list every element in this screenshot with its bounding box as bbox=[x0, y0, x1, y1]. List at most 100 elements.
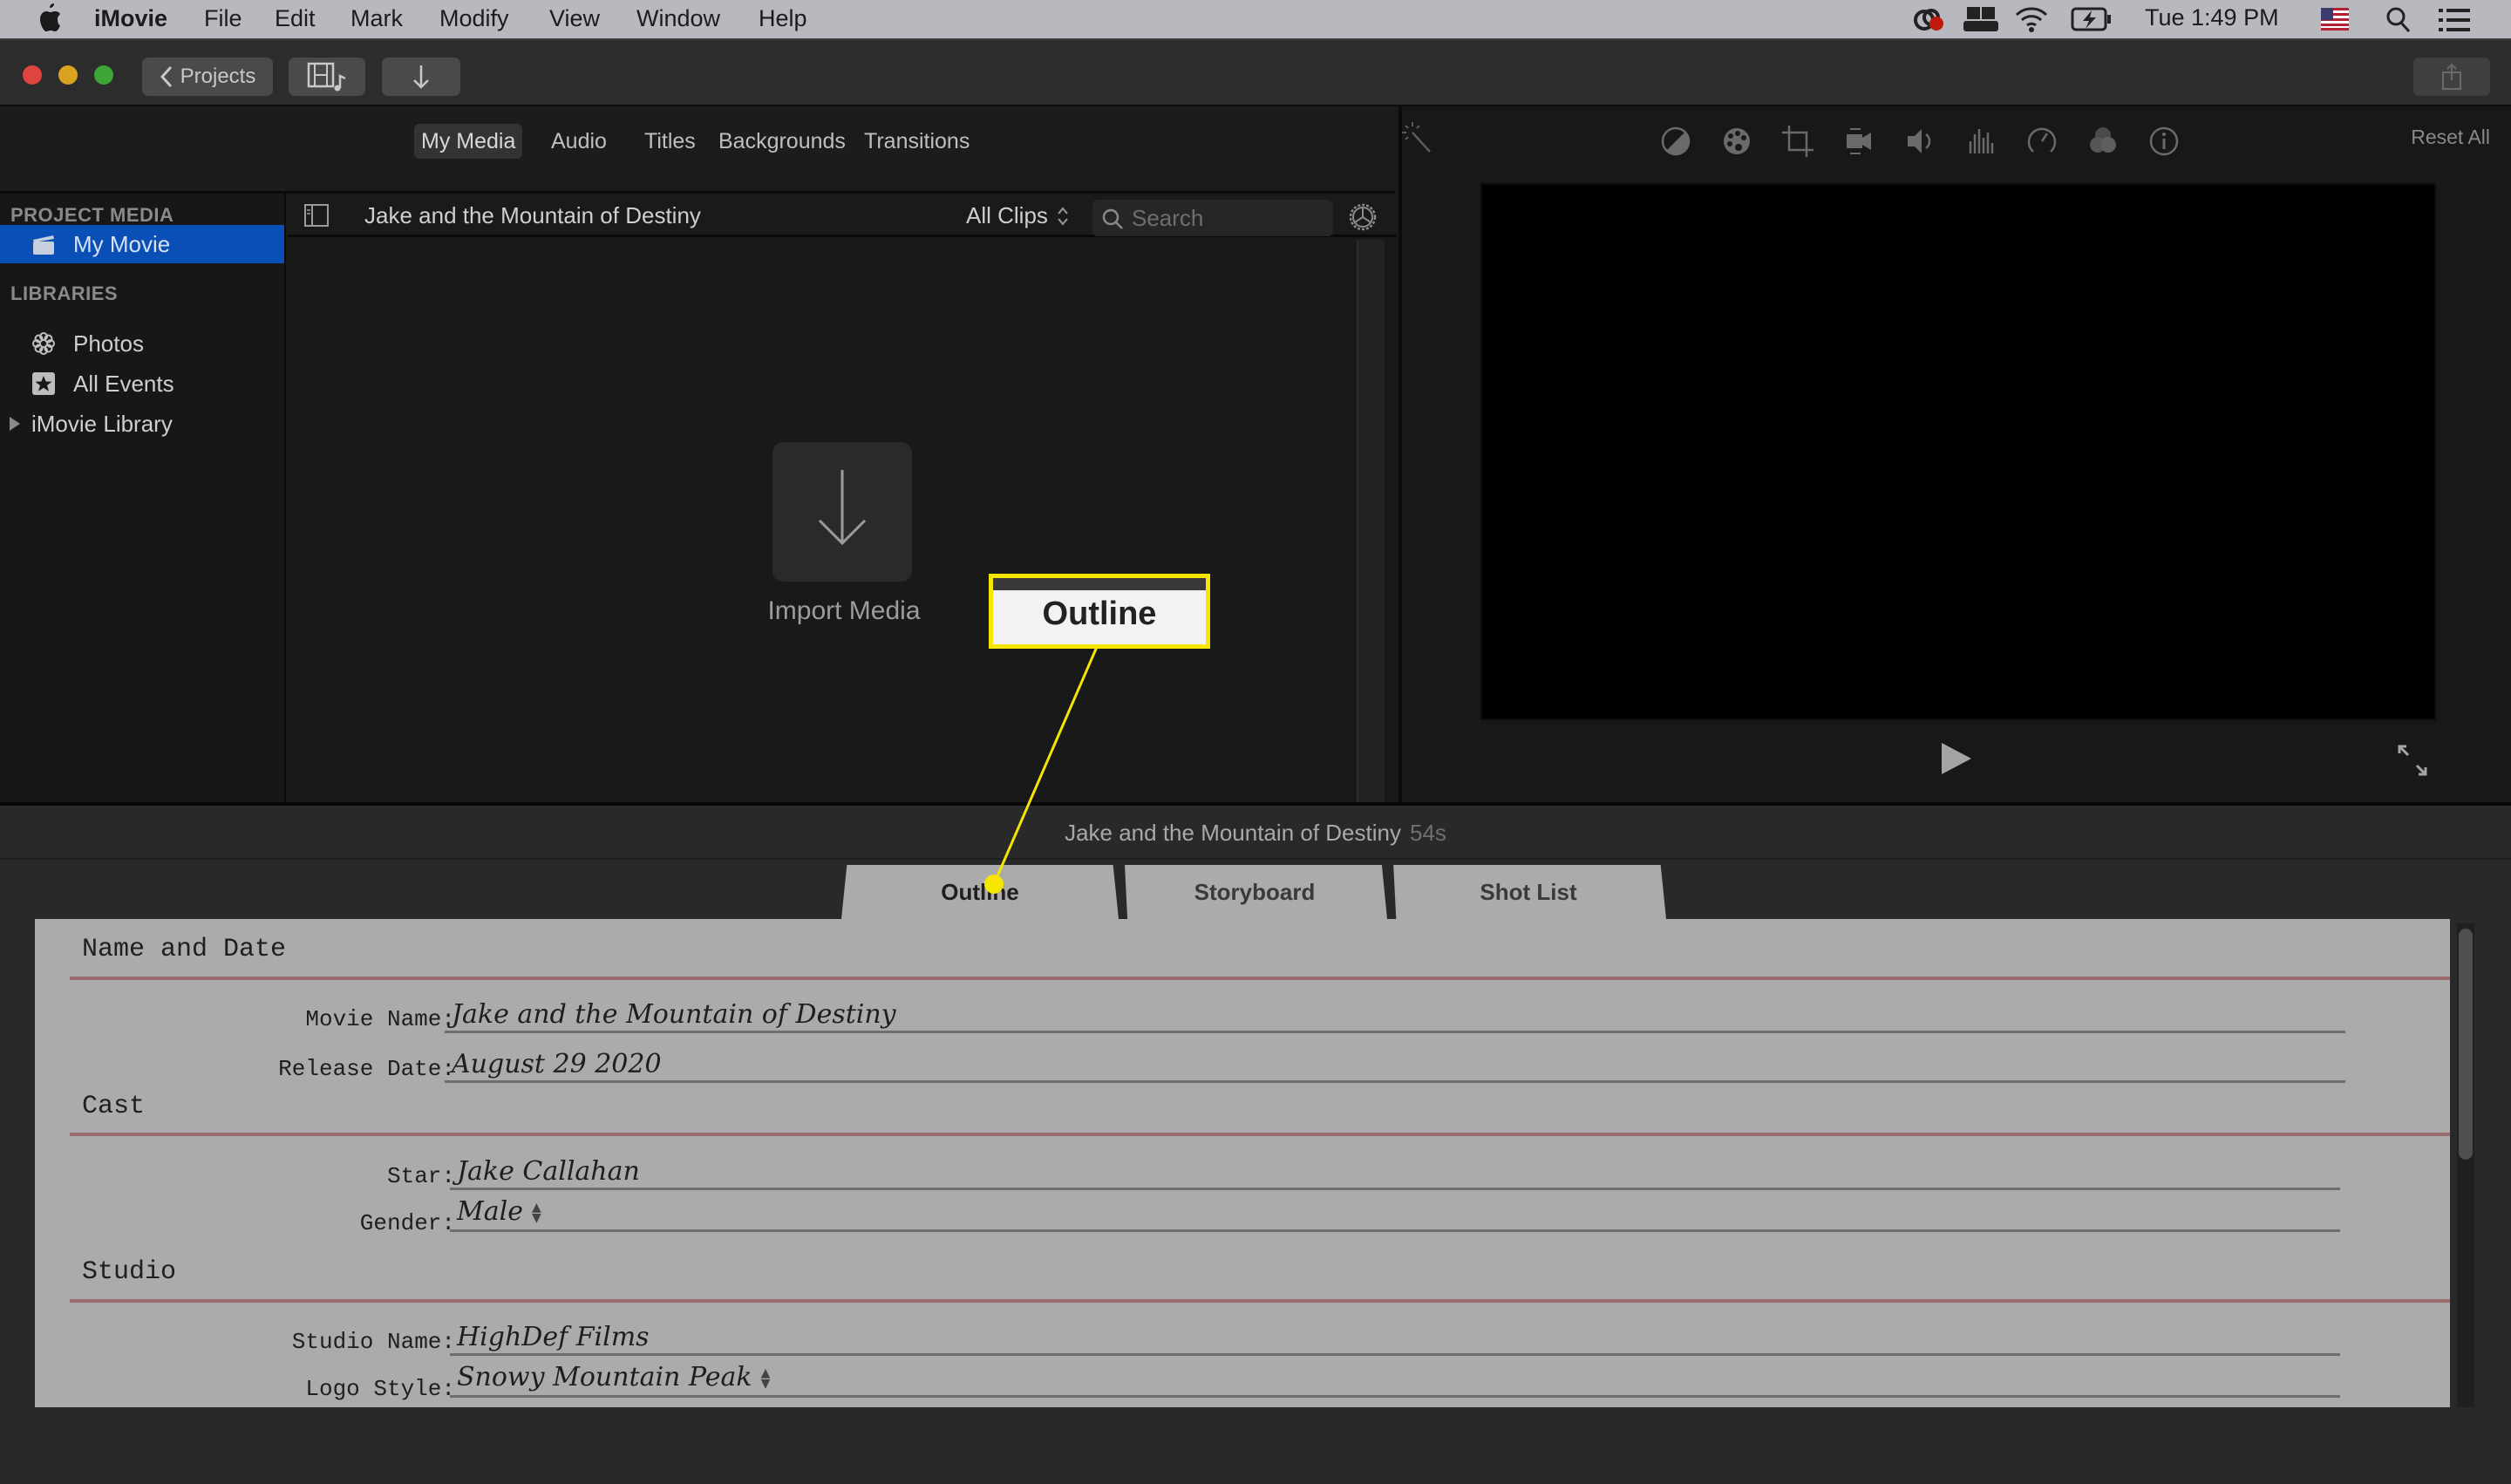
tab-backgrounds[interactable]: Backgrounds bbox=[711, 124, 853, 159]
notification-center-icon[interactable] bbox=[2439, 9, 2470, 31]
wifi-icon[interactable] bbox=[2015, 5, 2048, 33]
search-input[interactable]: Search bbox=[1092, 200, 1333, 236]
sidebar-item-photos[interactable]: Photos bbox=[0, 324, 284, 363]
color-palette-icon[interactable] bbox=[1721, 126, 1752, 157]
section-studio: Studio bbox=[82, 1257, 177, 1287]
section-divider bbox=[70, 1299, 2450, 1303]
scrollbar-thumb[interactable] bbox=[2459, 929, 2473, 1160]
minimize-window-button[interactable] bbox=[58, 65, 78, 85]
close-window-button[interactable] bbox=[23, 65, 42, 85]
menu-bar: iMovie File Edit Mark Modify View Window… bbox=[0, 0, 2511, 38]
tab-outline[interactable]: Outline bbox=[841, 865, 1119, 919]
sidebar-item-all-events[interactable]: All Events bbox=[0, 364, 284, 403]
movie-name-label: Movie Name: bbox=[305, 1006, 455, 1032]
media-tabs-bar: My Media Audio Titles Backgrounds Transi… bbox=[0, 106, 1395, 194]
field-underline bbox=[445, 1031, 2345, 1033]
film-music-icon bbox=[307, 62, 346, 92]
libraries-sidebar: PROJECT MEDIA My Movie LIBRARIES Photos … bbox=[0, 194, 286, 804]
stabilization-camera-icon[interactable] bbox=[1843, 126, 1875, 157]
sidebar-item-label: All Events bbox=[73, 370, 174, 397]
tab-titles[interactable]: Titles bbox=[637, 124, 703, 159]
star-field[interactable]: Jake Callahan bbox=[457, 1156, 640, 1187]
star-label: Star: bbox=[386, 1163, 455, 1189]
media-library-button[interactable] bbox=[289, 58, 365, 96]
filter-overlay-icon[interactable] bbox=[2087, 126, 2119, 157]
apple-logo-icon[interactable] bbox=[35, 3, 63, 33]
browser-header: Jake and the Mountain of Destiny All Cli… bbox=[288, 194, 1397, 237]
tab-shot-list[interactable]: Shot List bbox=[1393, 865, 1666, 919]
sidebar-item-label: Photos bbox=[73, 330, 144, 357]
info-icon[interactable] bbox=[2148, 126, 2180, 157]
sidebar-item-my-movie[interactable]: My Movie bbox=[0, 225, 284, 263]
stepper-arrows-icon[interactable]: ▲ ▼ bbox=[761, 1367, 771, 1390]
crop-icon[interactable] bbox=[1782, 126, 1814, 157]
zoom-window-button[interactable] bbox=[94, 65, 113, 85]
menu-help[interactable]: Help bbox=[759, 5, 807, 32]
volume-icon[interactable] bbox=[1904, 126, 1936, 157]
tab-outline-label: Outline bbox=[941, 878, 1019, 905]
field-underline bbox=[445, 1080, 2345, 1083]
event-title: Jake and the Mountain of Destiny bbox=[364, 202, 701, 228]
projects-button-label: Projects bbox=[180, 65, 256, 88]
window-toolbar: Projects bbox=[0, 38, 2511, 106]
stepper-arrows-icon[interactable]: ▲ ▼ bbox=[532, 1201, 541, 1224]
tab-storyboard[interactable]: Storyboard bbox=[1125, 865, 1387, 919]
import-button[interactable] bbox=[382, 58, 460, 96]
speed-icon[interactable] bbox=[2026, 126, 2058, 157]
field-underline bbox=[450, 1229, 2340, 1232]
studio-name-label: Studio Name: bbox=[291, 1329, 455, 1355]
toggle-sidebar-icon[interactable] bbox=[303, 202, 330, 228]
menu-view[interactable]: View bbox=[549, 5, 600, 32]
logo-style-select[interactable]: Snowy Mountain Peak ▲ ▼ bbox=[457, 1362, 770, 1392]
clips-filter-select[interactable]: All Clips bbox=[966, 202, 1069, 229]
battery-charging-icon[interactable] bbox=[2071, 7, 2113, 31]
movie-name-field[interactable]: Jake and the Mountain of Destiny bbox=[452, 999, 896, 1030]
us-flag-icon[interactable] bbox=[2321, 8, 2349, 31]
tab-transitions[interactable]: Transitions bbox=[857, 124, 976, 159]
field-underline bbox=[450, 1353, 2340, 1356]
trailer-editor: Jake and the Mountain of Destiny 54s Outl… bbox=[0, 806, 2511, 1484]
sidebar-item-label: My Movie bbox=[73, 230, 171, 257]
tab-my-media[interactable]: My Media bbox=[414, 124, 523, 159]
callout-bar bbox=[993, 578, 1206, 590]
share-button[interactable] bbox=[2413, 58, 2490, 96]
studio-name-field[interactable]: HighDef Films bbox=[457, 1322, 650, 1352]
search-icon bbox=[1102, 208, 1123, 229]
menu-clock[interactable]: Tue 1:49 PM bbox=[2145, 4, 2279, 31]
drive-icon[interactable] bbox=[1963, 7, 1998, 31]
tab-audio[interactable]: Audio bbox=[544, 124, 614, 159]
field-underline bbox=[450, 1188, 2340, 1190]
tab-shot-list-label: Shot List bbox=[1480, 878, 1577, 905]
sidebar-item-imovie-library[interactable]: iMovie Library bbox=[0, 405, 284, 443]
spotlight-search-icon[interactable] bbox=[2385, 6, 2412, 34]
projects-button[interactable]: Projects bbox=[142, 58, 273, 96]
play-icon[interactable] bbox=[1940, 741, 1973, 776]
clapperboard-icon bbox=[33, 235, 54, 255]
creative-cloud-icon[interactable] bbox=[1912, 7, 1950, 33]
gear-icon[interactable] bbox=[1345, 200, 1380, 235]
gender-select[interactable]: Male ▲ ▼ bbox=[457, 1196, 541, 1227]
logo-style-label: Logo Style: bbox=[305, 1376, 455, 1402]
menu-modify[interactable]: Modify bbox=[439, 5, 509, 32]
menu-window[interactable]: Window bbox=[636, 5, 720, 32]
reset-all-button[interactable]: Reset All bbox=[2411, 126, 2490, 149]
menu-app-imovie[interactable]: iMovie bbox=[94, 5, 167, 32]
menu-mark[interactable]: Mark bbox=[350, 5, 403, 32]
color-balance-icon[interactable] bbox=[1660, 126, 1691, 157]
clips-filter-value: All Clips bbox=[966, 202, 1048, 228]
menu-edit[interactable]: Edit bbox=[275, 5, 316, 32]
release-date-field[interactable]: August 29 2020 bbox=[452, 1049, 662, 1079]
project-title: Jake and the Mountain of Destiny 54s bbox=[0, 820, 2511, 847]
disclosure-triangle-icon[interactable] bbox=[9, 416, 21, 432]
magic-wand-icon[interactable] bbox=[1402, 122, 1433, 153]
browser-scrollbar[interactable] bbox=[1357, 240, 1385, 804]
gender-value: Male bbox=[457, 1196, 523, 1227]
outline-scrollbar[interactable] bbox=[2457, 923, 2474, 1407]
import-media-label: Import Media bbox=[767, 596, 921, 625]
fullscreen-icon[interactable] bbox=[2396, 743, 2429, 778]
import-media-button[interactable] bbox=[772, 442, 912, 582]
equalizer-icon[interactable] bbox=[1965, 126, 1997, 157]
video-preview[interactable] bbox=[1480, 183, 2436, 720]
section-name-and-date: Name and Date bbox=[82, 935, 287, 964]
menu-file[interactable]: File bbox=[204, 5, 242, 32]
